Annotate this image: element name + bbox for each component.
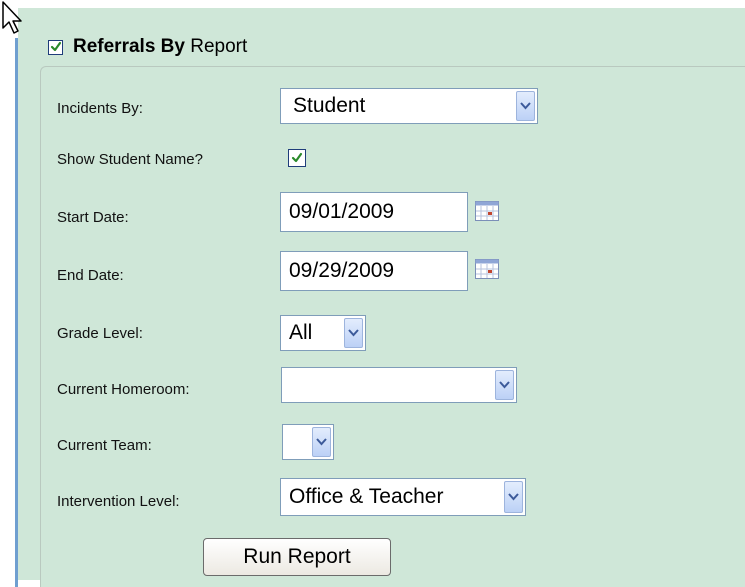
grade-level-dropdown-button[interactable] [344,318,363,348]
grade-level-select[interactable]: All [280,315,366,351]
current-team-label: Current Team: [57,437,152,454]
checkmark-icon [291,152,303,163]
end-date-input[interactable]: 09/29/2009 [280,251,468,291]
current-team-dropdown-button[interactable] [312,427,331,457]
incidents-by-dropdown-button[interactable] [516,91,535,121]
chevron-down-icon [499,381,510,389]
mouse-cursor-icon [2,1,22,34]
chevron-down-icon [348,329,359,337]
start-date-label: Start Date: [57,209,129,226]
incidents-by-select[interactable]: Student [280,88,538,124]
grade-level-label: Grade Level: [57,325,143,342]
report-title: Referrals By Report [73,36,247,58]
report-title-rest: Report [184,36,248,57]
start-date-value: 09/01/2009 [289,200,395,223]
intervention-level-label: Intervention Level: [57,493,180,510]
intervention-level-dropdown-button[interactable] [504,481,523,513]
chevron-down-icon [316,438,327,446]
calendar-icon[interactable] [475,201,499,221]
show-student-name-label: Show Student Name? [57,151,203,168]
current-homeroom-select[interactable] [281,367,517,403]
intervention-level-select[interactable]: Office & Teacher [280,478,526,516]
incidents-by-label: Incidents By: [57,100,143,117]
end-date-label: End Date: [57,267,124,284]
current-homeroom-dropdown-button[interactable] [495,370,514,400]
start-date-input[interactable]: 09/01/2009 [280,192,468,232]
current-team-select[interactable] [282,424,334,460]
grade-level-value: All [289,321,313,344]
chevron-down-icon [508,493,519,501]
current-homeroom-label: Current Homeroom: [57,381,190,398]
report-enable-checkbox[interactable] [48,39,63,55]
show-student-name-checkbox[interactable] [288,149,306,167]
run-report-button[interactable]: Run Report [203,538,391,576]
checkmark-icon [50,41,61,52]
incidents-by-value: Student [293,94,366,117]
report-title-bold: Referrals By [73,36,185,57]
report-header: Referrals By Report [48,34,247,60]
chevron-down-icon [520,102,531,110]
end-date-value: 09/29/2009 [289,259,395,282]
intervention-level-value: Office & Teacher [289,485,444,508]
calendar-icon[interactable] [475,259,499,279]
